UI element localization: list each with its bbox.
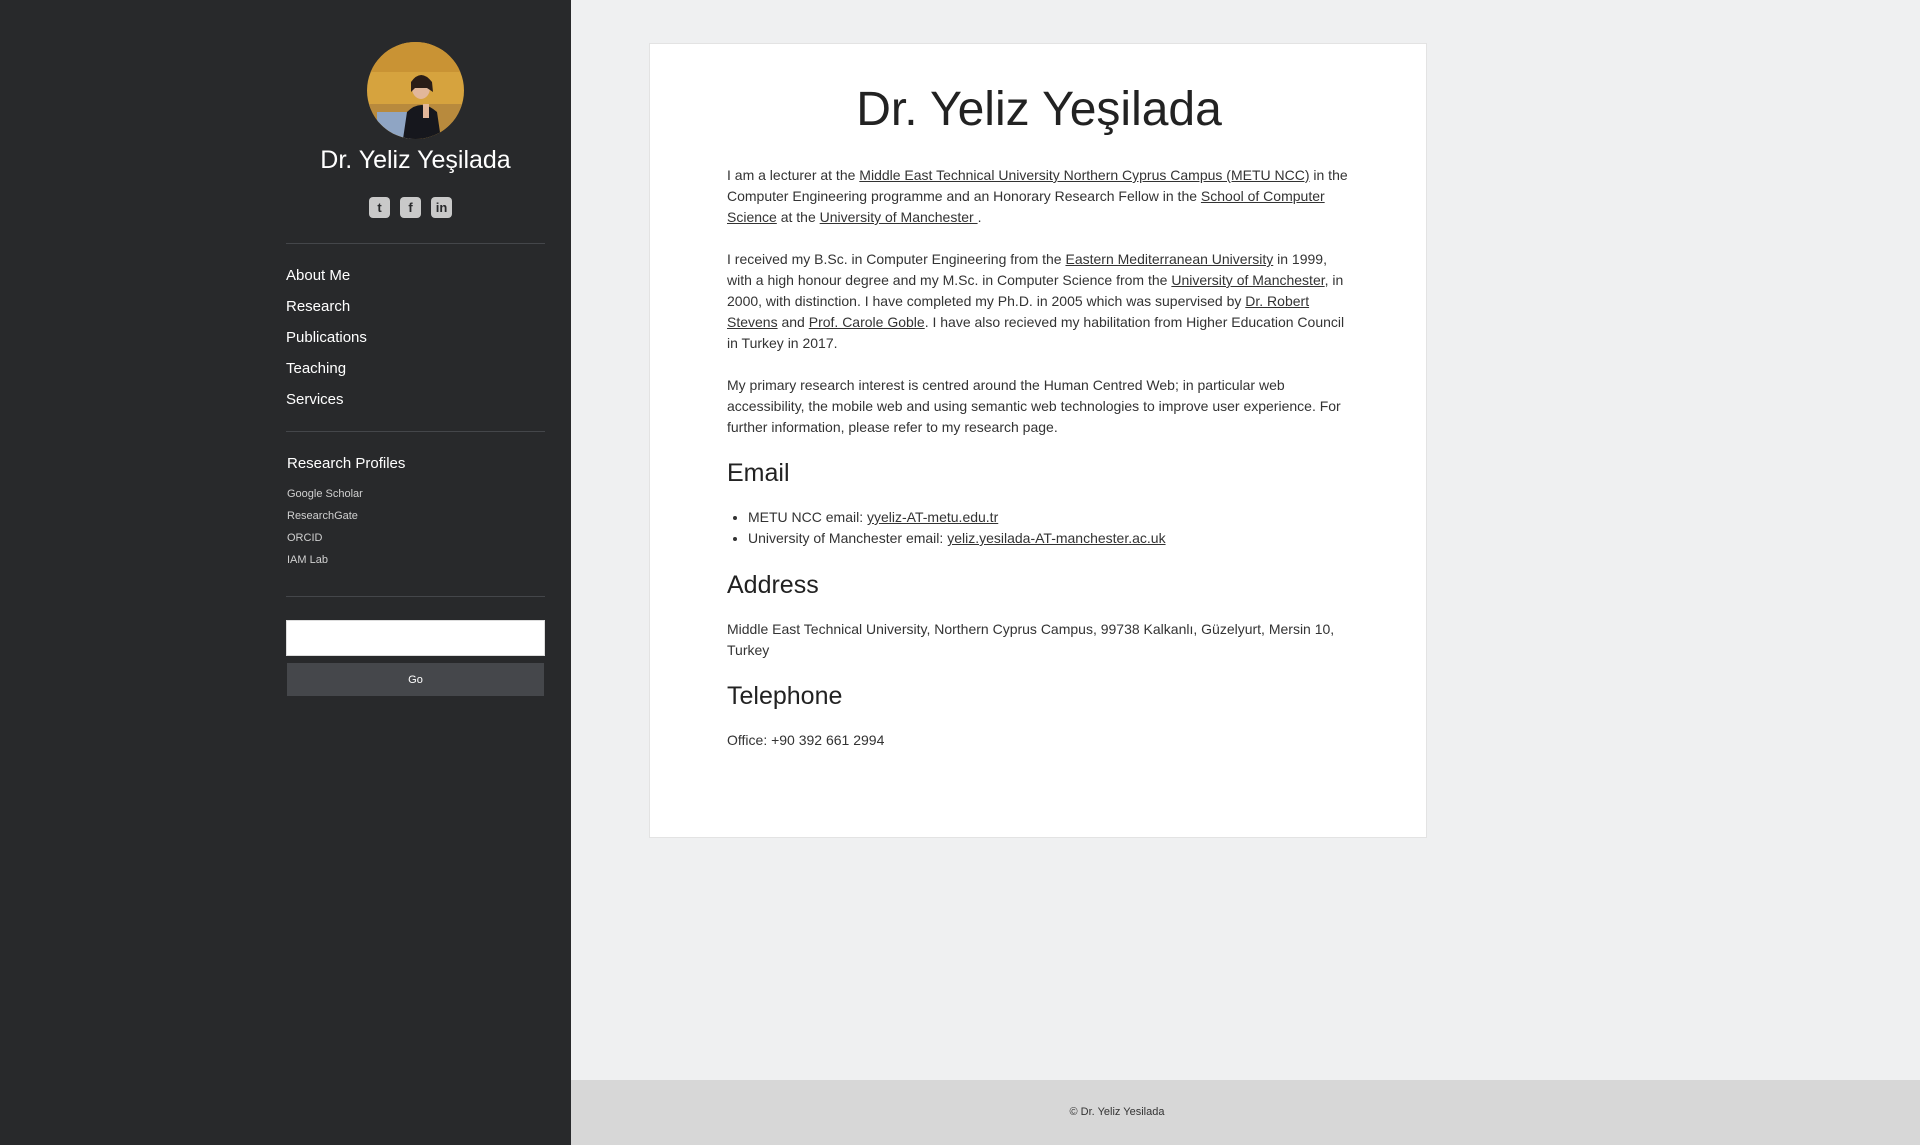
copyright-text: © Dr. Yeliz Yesilada: [1069, 1106, 1165, 1118]
link-prof-carole-goble[interactable]: Prof. Carole Goble: [809, 314, 925, 330]
avatar[interactable]: [367, 42, 464, 139]
text: I received my B.Sc. in Computer Engineer…: [727, 251, 1066, 267]
footer: © Dr. Yeliz Yesilada: [571, 1080, 1920, 1145]
twitter-icon[interactable]: t: [369, 197, 390, 218]
email-label: University of Manchester email:: [748, 530, 948, 546]
page-title: Dr. Yeliz Yeşilada: [856, 83, 1222, 136]
link-metu-ncc[interactable]: Middle East Technical University Norther…: [859, 167, 1309, 183]
text: and: [777, 314, 809, 330]
nav-item-research[interactable]: Research: [286, 296, 367, 327]
search-input[interactable]: [286, 620, 545, 656]
text: .: [977, 209, 982, 225]
social-links: t f in: [369, 197, 452, 218]
email-link-manchester[interactable]: yeliz.yesilada-AT-manchester.ac.uk: [947, 530, 1165, 546]
email-list: METU NCC email: yyeliz-AT-metu.edu.tr Un…: [748, 507, 1354, 549]
text: at the: [776, 209, 820, 225]
research-interest-paragraph: My primary research interest is centred …: [727, 377, 1341, 435]
profile-link-iam-lab[interactable]: IAM Lab: [287, 552, 363, 574]
education-paragraph: I received my B.Sc. in Computer Engineer…: [727, 249, 1354, 354]
divider: [286, 431, 545, 432]
telephone-text: Office: +90 392 661 2994: [727, 732, 885, 748]
nav-item-teaching[interactable]: Teaching: [286, 358, 367, 389]
email-link-metu[interactable]: yyeliz-AT-metu.edu.tr: [867, 509, 998, 525]
email-item-manchester: University of Manchester email: yeliz.ye…: [748, 528, 1354, 549]
content-card: Dr. Yeliz Yeşilada I am a lecturer at th…: [649, 43, 1427, 838]
email-heading: Email: [727, 459, 790, 487]
profile-link-orcid[interactable]: ORCID: [287, 530, 363, 552]
divider: [286, 596, 545, 597]
nav-item-about-me[interactable]: About Me: [286, 265, 367, 296]
text: I am a lecturer at the: [727, 167, 860, 183]
email-item-metu: METU NCC email: yyeliz-AT-metu.edu.tr: [748, 507, 1354, 528]
link-university-of-manchester[interactable]: University of Manchester: [1171, 272, 1324, 288]
address-text: Middle East Technical University, Northe…: [727, 621, 1335, 658]
facebook-icon[interactable]: f: [400, 197, 421, 218]
nav-item-publications[interactable]: Publications: [286, 327, 367, 358]
go-button[interactable]: Go: [287, 663, 544, 696]
intro-paragraph: I am a lecturer at the Middle East Techn…: [727, 165, 1354, 228]
link-eastern-mediterranean-university[interactable]: Eastern Mediterranean University: [1065, 251, 1273, 267]
research-profiles-heading: Research Profiles: [287, 455, 406, 472]
profile-link-google-scholar[interactable]: Google Scholar: [287, 486, 363, 508]
profile-link-researchgate[interactable]: ResearchGate: [287, 508, 363, 530]
telephone-heading: Telephone: [727, 682, 843, 710]
address-heading: Address: [727, 571, 819, 599]
page-content: I am a lecturer at the Middle East Techn…: [727, 165, 1354, 772]
avatar-photo: [367, 42, 464, 139]
divider: [286, 243, 545, 244]
site-name[interactable]: Dr. Yeliz Yeşilada: [286, 146, 545, 175]
sidebar: Dr. Yeliz Yeşilada t f in About Me Resea…: [0, 0, 571, 1145]
nav-item-services[interactable]: Services: [286, 389, 367, 420]
link-university-of-manchester[interactable]: University of Manchester: [820, 209, 978, 225]
research-profiles-list: Google Scholar ResearchGate ORCID IAM La…: [287, 486, 363, 574]
main-nav: About Me Research Publications Teaching …: [286, 265, 367, 420]
email-label: METU NCC email:: [748, 509, 868, 525]
linkedin-icon[interactable]: in: [431, 197, 452, 218]
